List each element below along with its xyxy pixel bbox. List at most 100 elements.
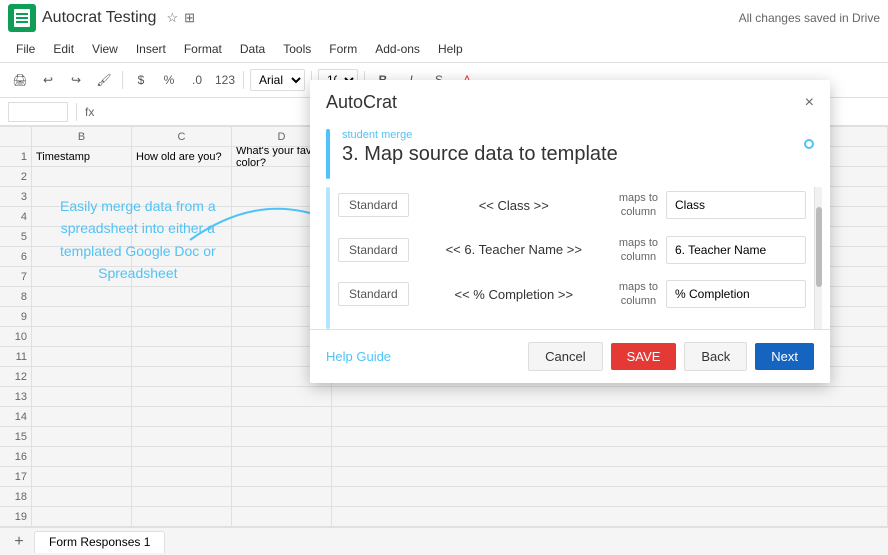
row-num-10: 10	[0, 327, 31, 347]
maps-to-2: maps tocolumn	[619, 236, 658, 265]
menu-help[interactable]: Help	[430, 40, 471, 58]
undo-btn[interactable]: ↩	[36, 68, 60, 92]
maps-to-1: maps tocolumn	[619, 191, 658, 220]
table-row	[32, 487, 888, 507]
back-button[interactable]: Back	[684, 342, 747, 371]
row-num-2: 2	[0, 167, 31, 187]
row-num-18: 18	[0, 487, 31, 507]
maps-to-3: maps tocolumn	[619, 280, 658, 309]
cancel-button[interactable]: Cancel	[528, 342, 602, 371]
divider1	[122, 71, 123, 89]
sheet-tab-bar: + Form Responses 1	[0, 527, 888, 555]
row-num-1: 1	[0, 147, 31, 167]
table-row	[32, 507, 888, 527]
row-num-5: 5	[0, 227, 31, 247]
step-dot	[804, 139, 814, 149]
step-title: 3. Map source data to template	[342, 143, 804, 166]
type-btn-3[interactable]: Standard	[338, 282, 409, 306]
table-row	[32, 447, 888, 467]
menu-edit[interactable]: Edit	[45, 40, 82, 58]
modal-footer: Help Guide Cancel SAVE Back Next	[310, 329, 830, 383]
scrollbar-thumb[interactable]	[816, 207, 822, 287]
map-rows: Standard << Class >> maps tocolumn Stand…	[330, 187, 814, 329]
app-title: Autocrat Testing	[42, 9, 156, 27]
decimal-dec-btn[interactable]: .0	[185, 68, 209, 92]
map-row-1: Standard << Class >> maps tocolumn	[338, 191, 806, 220]
map-input-1[interactable]	[666, 191, 806, 219]
row-num-9: 9	[0, 307, 31, 327]
table-row	[32, 407, 888, 427]
step-info: student merge 3. Map source data to temp…	[342, 129, 804, 166]
map-input-3[interactable]	[666, 280, 806, 308]
tag-1: << Class >>	[417, 198, 611, 213]
col-header-b: B	[32, 127, 132, 146]
redo-btn[interactable]: ↪	[64, 68, 88, 92]
type-btn-2[interactable]: Standard	[338, 238, 409, 262]
menu-file[interactable]: File	[8, 40, 43, 58]
fx-label: fx	[85, 105, 94, 119]
print-btn[interactable]: 🖨	[8, 68, 32, 92]
map-input-2[interactable]	[666, 236, 806, 264]
menu-addons[interactable]: Add-ons	[367, 40, 428, 58]
sheet-tab[interactable]: Form Responses 1	[34, 531, 165, 553]
sheets-logo	[8, 4, 36, 32]
map-row-3: Standard << % Completion >> maps tocolum…	[338, 280, 806, 309]
next-button[interactable]: Next	[755, 343, 814, 370]
font-select[interactable]: Arial	[250, 69, 305, 91]
menu-bar: File Edit View Insert Format Data Tools …	[0, 36, 888, 62]
step-bar	[326, 129, 330, 179]
col-header-c: C	[132, 127, 232, 146]
folder-icon[interactable]: ⊞	[184, 10, 195, 26]
modal-title: AutoCrat	[326, 92, 397, 113]
table-row	[32, 467, 888, 487]
save-status: All changes saved in Drive	[739, 11, 880, 25]
save-button[interactable]: SAVE	[611, 343, 677, 370]
menu-tools[interactable]: Tools	[275, 40, 319, 58]
currency-btn[interactable]: $	[129, 68, 153, 92]
step-label: student merge	[342, 129, 804, 141]
star-icon[interactable]: ☆	[166, 10, 178, 26]
row-num-11: 11	[0, 347, 31, 367]
row-numbers: 1 2 3 4 5 6 7 8 9 10 11 12 13 14 15 16 1…	[0, 127, 32, 527]
modal-header: AutoCrat ×	[310, 80, 830, 113]
row-num-4: 4	[0, 207, 31, 227]
cell-ref-input[interactable]	[8, 102, 68, 122]
menu-insert[interactable]: Insert	[128, 40, 174, 58]
menu-data[interactable]: Data	[232, 40, 273, 58]
scrollbar[interactable]	[814, 187, 822, 329]
close-button[interactable]: ×	[805, 95, 814, 111]
row-num-8: 8	[0, 287, 31, 307]
number-format-btn[interactable]: 123	[213, 68, 237, 92]
row-num-13: 13	[0, 387, 31, 407]
row-num-15: 15	[0, 427, 31, 447]
modal-body: student merge 3. Map source data to temp…	[310, 113, 830, 383]
autocrat-modal: AutoCrat × student merge 3. Map source d…	[310, 80, 830, 383]
cell-c1[interactable]: How old are you?	[132, 147, 232, 166]
divider2	[243, 71, 244, 89]
tag-3: << % Completion >>	[417, 287, 611, 302]
table-row	[32, 387, 888, 407]
row-num-16: 16	[0, 447, 31, 467]
table-row	[32, 427, 888, 447]
row-num-12: 12	[0, 367, 31, 387]
add-sheet-btn[interactable]: +	[8, 531, 30, 553]
title-icons: ☆ ⊞	[166, 10, 195, 26]
row-num-6: 6	[0, 247, 31, 267]
cell-b1[interactable]: Timestamp	[32, 147, 132, 166]
menu-view[interactable]: View	[84, 40, 126, 58]
row-num-17: 17	[0, 467, 31, 487]
map-rows-container: Standard << Class >> maps tocolumn Stand…	[310, 183, 830, 329]
paint-format-btn[interactable]: 🖌	[92, 68, 116, 92]
row-num-7: 7	[0, 267, 31, 287]
row-num-14: 14	[0, 407, 31, 427]
formula-divider	[76, 103, 77, 121]
tag-2: << 6. Teacher Name >>	[417, 242, 611, 257]
percent-btn[interactable]: %	[157, 68, 181, 92]
map-row-2: Standard << 6. Teacher Name >> maps toco…	[338, 236, 806, 265]
row-num-19: 19	[0, 507, 31, 527]
help-link[interactable]: Help Guide	[326, 349, 391, 364]
row-num-3: 3	[0, 187, 31, 207]
menu-form[interactable]: Form	[321, 40, 365, 58]
type-btn-1[interactable]: Standard	[338, 193, 409, 217]
menu-format[interactable]: Format	[176, 40, 230, 58]
